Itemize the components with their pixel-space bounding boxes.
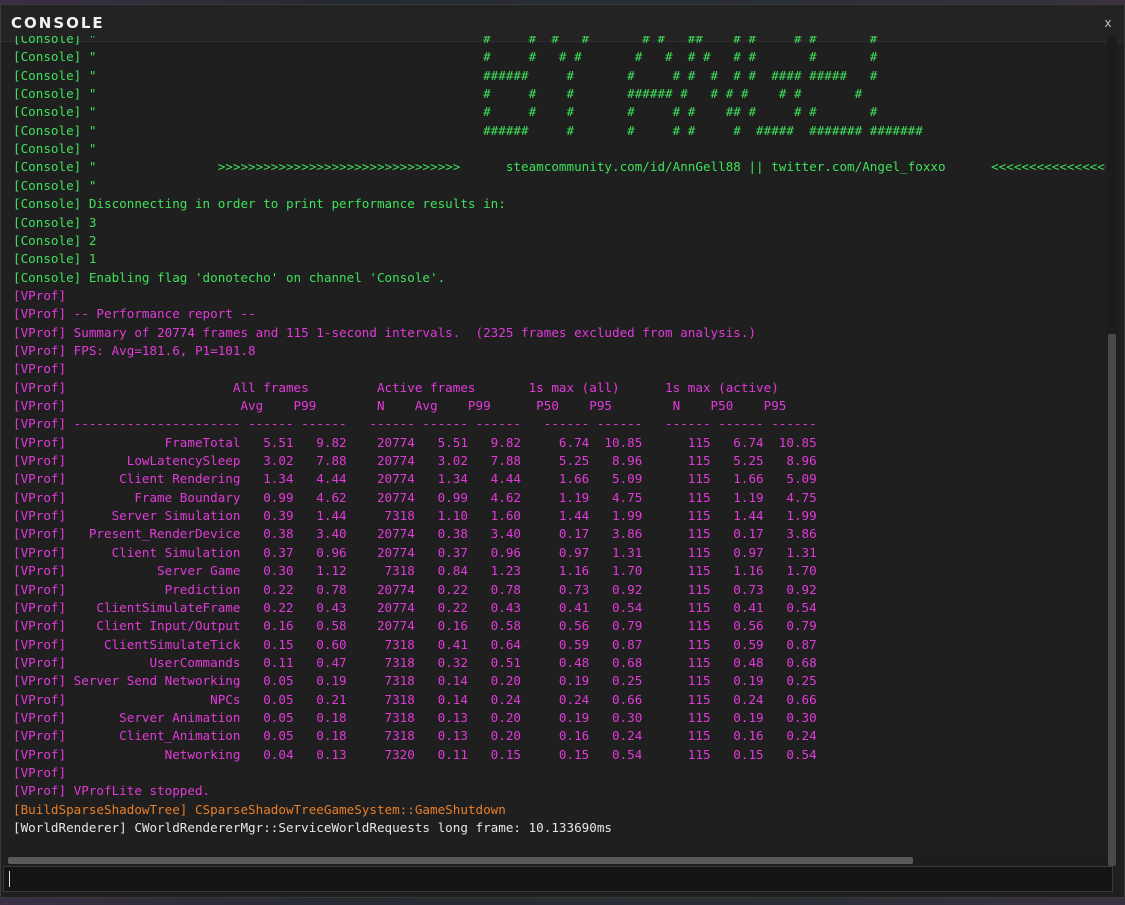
log-line: [Console] " # # # ###### # # # # # # #: [13, 86, 863, 102]
log-line: [Console] Disconnecting in order to prin…: [13, 196, 506, 212]
log-line: [Console] ": [13, 141, 97, 157]
log-line: [Console] 3: [13, 214, 97, 230]
log-line: [Console] " ###### # # # # # ##### #####…: [13, 122, 923, 138]
log-line: [VProf] Summary of 20774 frames and 115 …: [13, 324, 757, 340]
log-line: [VProf] Server Simulation 0.39 1.44 7318…: [13, 508, 817, 524]
log-line: [Console] " # # # # # # ## # # # # #: [13, 36, 878, 46]
log-line: [VProf] Server Send Networking 0.05 0.19…: [13, 673, 817, 689]
log-line: [VProf] LowLatencySleep 3.02 7.88 20774 …: [13, 453, 817, 469]
log-line: [Console] 2: [13, 232, 97, 248]
log-line: [VProf] Client Input/Output 0.16 0.58 20…: [13, 618, 817, 634]
log-line: [VProf] ClientSimulateFrame 0.22 0.43 20…: [13, 599, 817, 615]
log-line: [Console] " ###### # # # # # # # #### ##…: [13, 67, 878, 83]
log-line: [Console] 1: [13, 251, 97, 267]
log-line: [VProf] Prediction 0.22 0.78 20774 0.22 …: [13, 581, 817, 597]
log-line: [WorldRenderer] CWorldRendererMgr::Servi…: [13, 820, 612, 836]
log-line: [Console] " # # # # # # ## # # # #: [13, 104, 878, 120]
log-line: [VProf] NPCs 0.05 0.21 7318 0.14 0.24 0.…: [13, 691, 817, 707]
log-line: [VProf]: [13, 287, 67, 303]
log-line: [VProf] FrameTotal 5.51 9.82 20774 5.51 …: [13, 434, 817, 450]
close-icon[interactable]: x: [1100, 15, 1116, 31]
log-line: [VProf] FPS: Avg=181.6, P1=101.8: [13, 342, 256, 358]
log-line: [Console] " # # # # # # # # # # # #: [13, 49, 878, 65]
log-line: [VProf] Server Game 0.30 1.12 7318 0.84 …: [13, 563, 817, 579]
horizontal-scrollbar-thumb[interactable]: [8, 857, 913, 864]
log-line: [VProf] Present_RenderDevice 0.38 3.40 2…: [13, 526, 817, 542]
log-line: [VProf] Server Animation 0.05 0.18 7318 …: [13, 709, 817, 725]
log-line: [Console] Enabling flag 'donotecho' on c…: [13, 269, 446, 285]
log-line: [VProf] All frames Active frames 1s max …: [13, 379, 779, 395]
log-line: [VProf] Client_Animation 0.05 0.18 7318 …: [13, 728, 817, 744]
console-input[interactable]: [12, 869, 1106, 891]
log-line: [VProf] Frame Boundary 0.99 4.62 20774 0…: [13, 489, 817, 505]
log-line: [VProf] Networking 0.04 0.13 7320 0.11 0…: [13, 746, 817, 762]
console-log: [Console] " # # # # # # ## # # # # # [Con…: [8, 36, 1106, 856]
log-line: [VProf] Avg P99 N Avg P99 P50 P95 N P50 …: [13, 398, 787, 413]
vertical-scrollbar-thumb[interactable]: [1108, 334, 1116, 866]
log-line: [VProf] VProfLite stopped.: [13, 783, 211, 799]
log-line: [VProf] ---------------------- ------ --…: [13, 416, 817, 432]
log-line: [VProf] UserCommands 0.11 0.47 7318 0.32…: [13, 654, 817, 670]
log-line: [Console] ": [13, 177, 97, 193]
console-input-bar[interactable]: [3, 866, 1113, 892]
log-line: [BuildSparseShadowTree] CSparseShadowTre…: [13, 801, 506, 817]
text-caret: [9, 871, 10, 887]
log-line: [VProf]: [13, 361, 67, 377]
log-line: [VProf] -- Performance report --: [13, 306, 256, 322]
horizontal-scrollbar[interactable]: [8, 856, 1106, 865]
log-line: [VProf] Client Rendering 1.34 4.44 20774…: [13, 471, 817, 487]
vertical-scrollbar[interactable]: [1107, 36, 1117, 868]
log-line: [Console] " >>>>>>>>>>>>>>>>>>>>>>>>>>>>…: [13, 159, 1106, 175]
window-title: CONSOLE: [11, 14, 105, 32]
log-line: [VProf] ClientSimulateTick 0.15 0.60 731…: [13, 636, 817, 652]
log-line: [VProf] Client Simulation 0.37 0.96 2077…: [13, 544, 817, 560]
log-line: [VProf]: [13, 765, 67, 780]
